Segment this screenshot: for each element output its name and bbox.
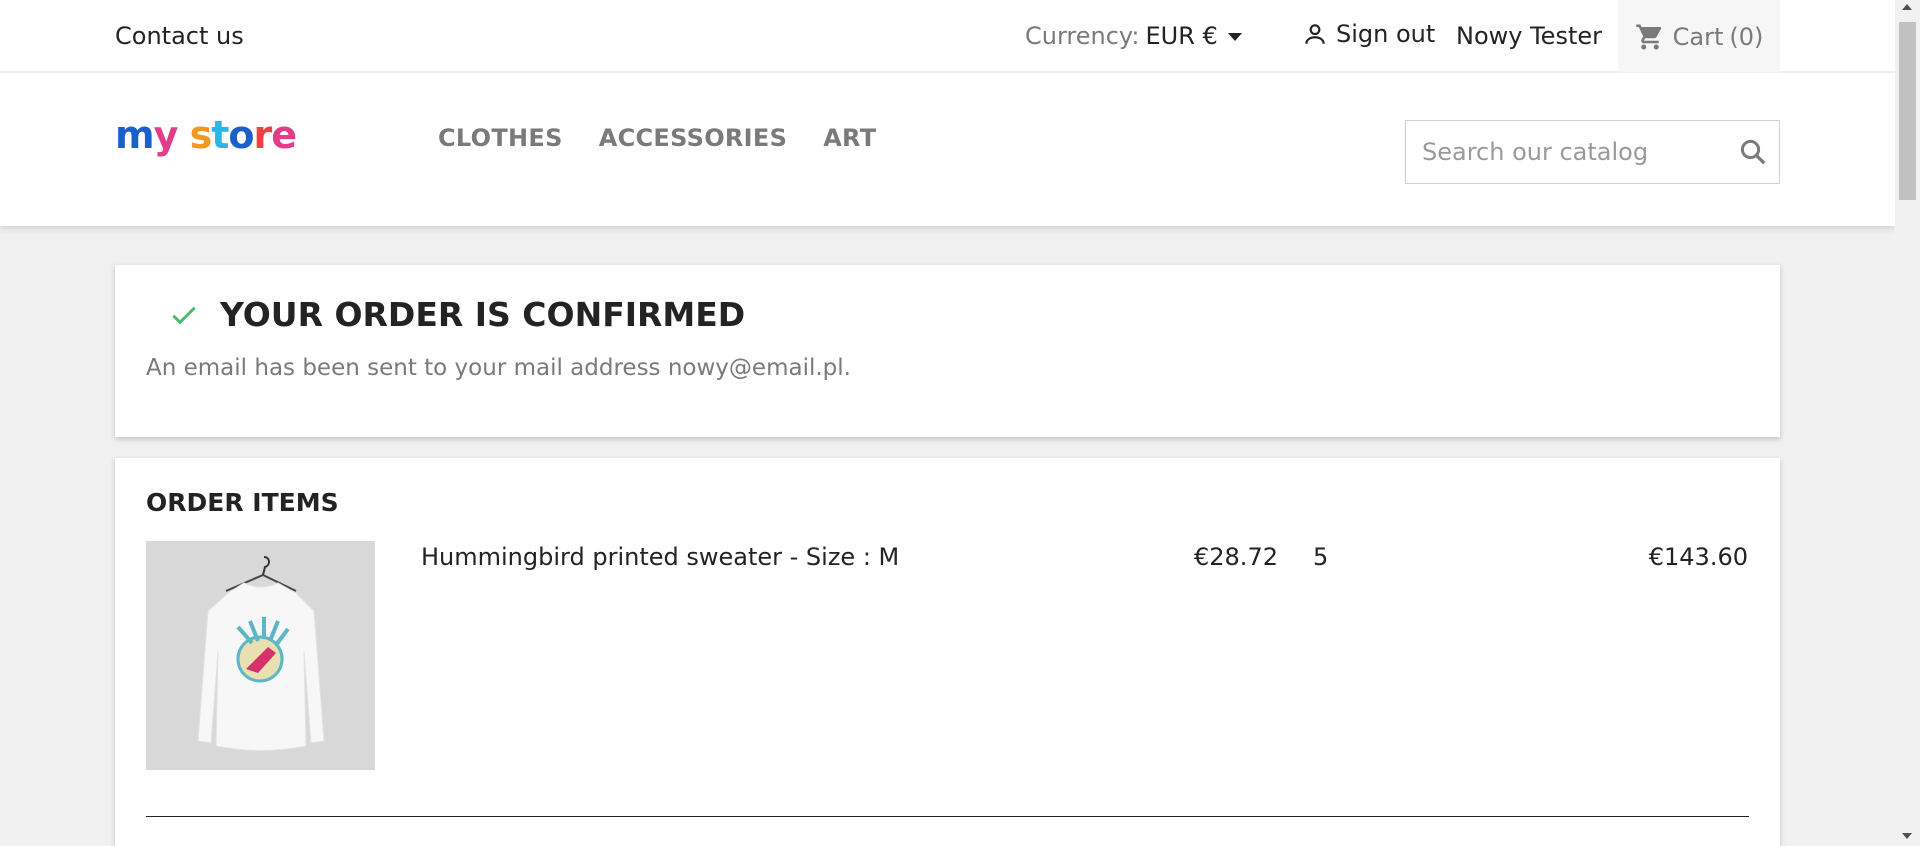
checkmark-icon (172, 306, 196, 324)
store-logo[interactable]: my store (115, 113, 297, 157)
account-link[interactable]: Nowy Tester (1456, 22, 1602, 50)
order-items-heading: ORDER ITEMS (146, 488, 339, 517)
page: Contact us Currency: EUR € Sign out Nowy… (0, 0, 1895, 846)
currency-value: EUR € (1145, 22, 1218, 50)
product-name: Hummingbird printed sweater - Size : M (421, 543, 900, 571)
contact-us-link[interactable]: Contact us (115, 22, 244, 50)
currency-label: Currency: (1025, 22, 1140, 50)
product-quantity: 5 (1313, 543, 1329, 571)
category-menu: CLOTHES ACCESSORIES ART (438, 124, 876, 152)
confirmation-heading: YOUR ORDER IS CONFIRMED (168, 295, 745, 334)
order-items-card: ORDER ITEMS Hummingbird printed sweater … (115, 458, 1780, 846)
cart-label: Cart (1672, 22, 1724, 51)
search-input[interactable] (1406, 121, 1727, 183)
main-header: my store CLOTHES ACCESSORIES ART (0, 73, 1895, 226)
confirmation-message: An email has been sent to your mail addr… (146, 355, 851, 381)
product-image (146, 541, 375, 770)
scrollbar-thumb[interactable] (1899, 22, 1916, 200)
sign-out-link[interactable]: Sign out (1302, 20, 1435, 48)
search-box (1405, 120, 1780, 184)
scroll-down-arrow-icon[interactable] (1902, 833, 1912, 839)
person-icon (1305, 24, 1325, 44)
search-button[interactable] (1727, 137, 1779, 167)
currency-selector[interactable]: Currency: EUR € (1025, 22, 1242, 50)
page-title: YOUR ORDER IS CONFIRMED (220, 295, 746, 334)
cart-button[interactable]: Cart (0) (1618, 0, 1780, 73)
order-confirmation-card: YOUR ORDER IS CONFIRMED An email has bee… (115, 265, 1780, 437)
menu-item-clothes[interactable]: CLOTHES (438, 124, 563, 152)
divider (146, 816, 1749, 817)
product-unit-price: €28.72 (1194, 543, 1278, 571)
menu-item-art[interactable]: ART (823, 124, 876, 152)
cart-count: (0) (1729, 22, 1764, 51)
shopping-cart-icon (1635, 24, 1661, 49)
product-total: €143.60 (1648, 543, 1748, 571)
scroll-up-arrow-icon[interactable] (1902, 4, 1912, 10)
caret-down-icon (1227, 33, 1242, 41)
sign-out-label: Sign out (1336, 20, 1436, 48)
top-nav: Contact us Currency: EUR € Sign out Nowy… (0, 0, 1895, 73)
vertical-scrollbar[interactable] (1895, 0, 1920, 846)
menu-item-accessories[interactable]: ACCESSORIES (599, 124, 787, 152)
search-icon (1740, 139, 1766, 165)
